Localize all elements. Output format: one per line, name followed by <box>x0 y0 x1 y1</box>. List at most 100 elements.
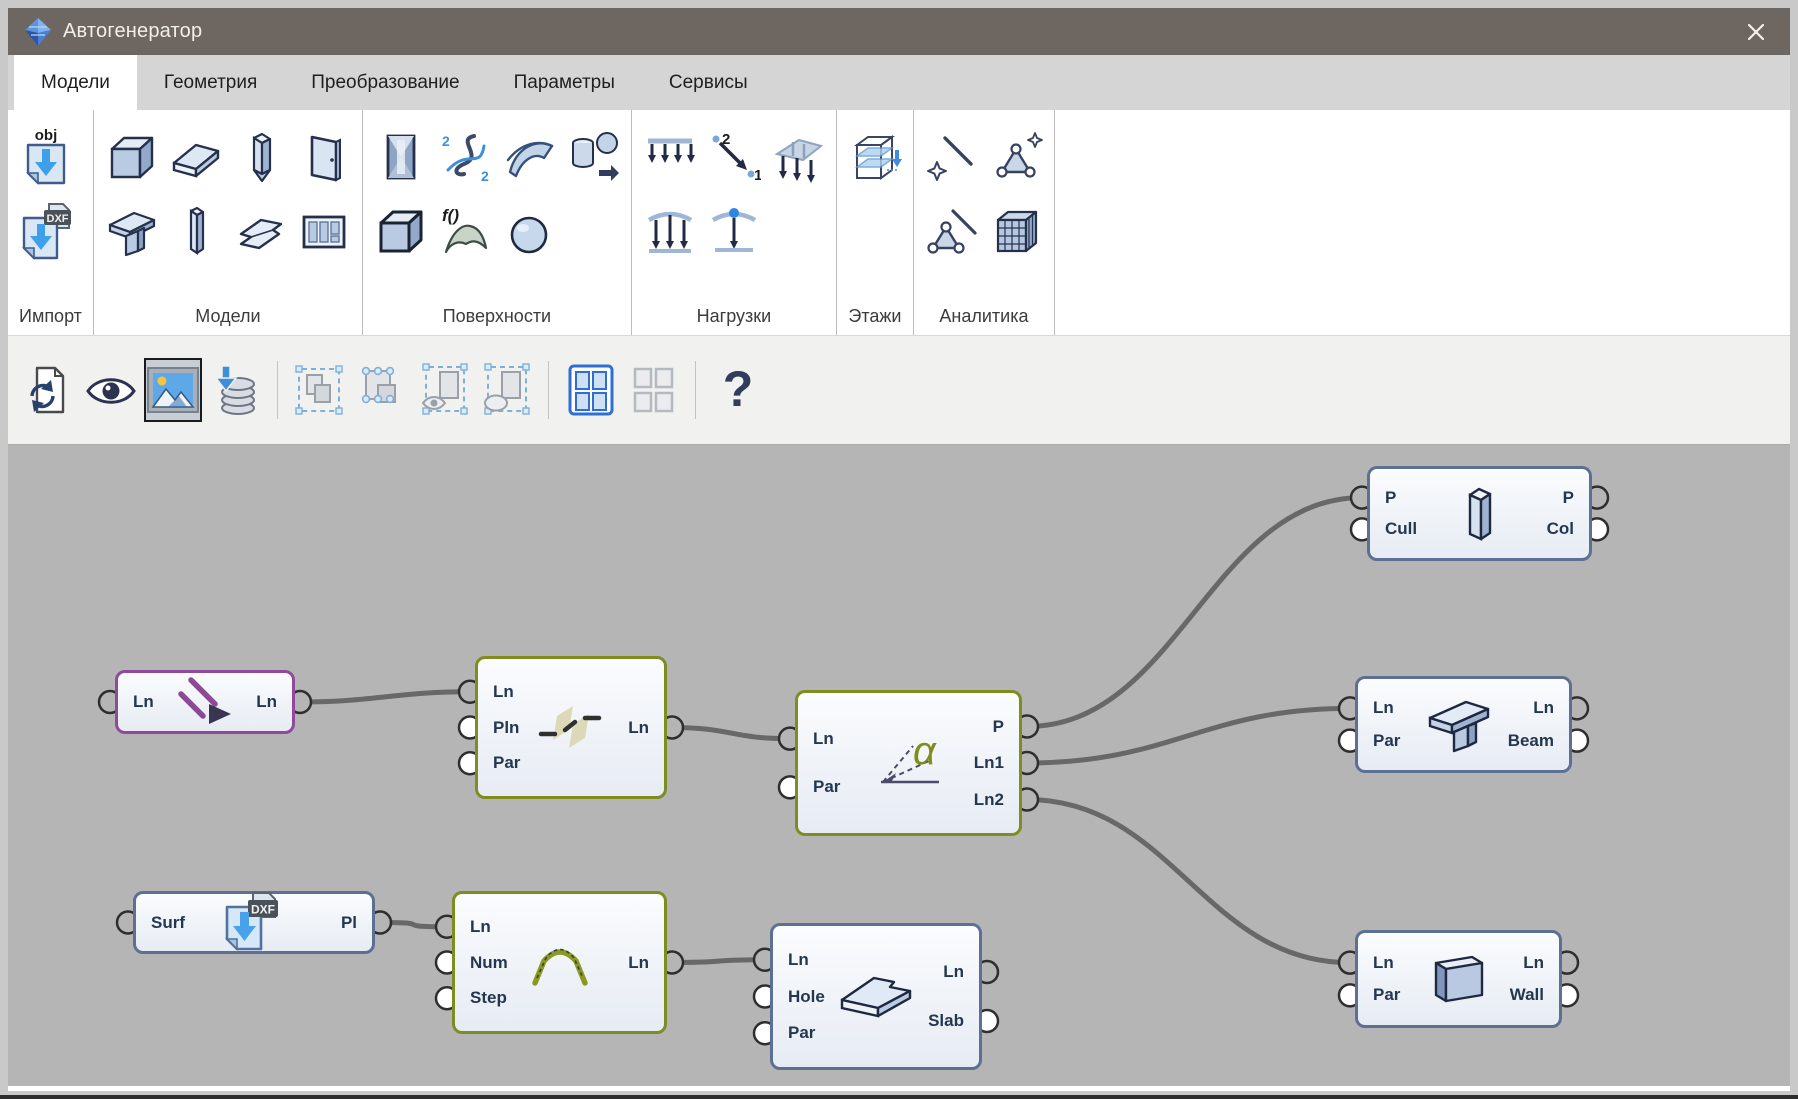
select-handles-button[interactable] <box>353 358 411 422</box>
toolbar-separator <box>548 361 549 419</box>
surf-curves-button[interactable]: 22 <box>436 122 494 192</box>
ribbon-group-Модели: Модели <box>94 110 363 335</box>
surf-curves-icon: 22 <box>438 130 492 184</box>
model-panel-button[interactable] <box>231 122 289 192</box>
model-box-icon <box>105 130 159 184</box>
window-title: Автогенератор <box>63 20 202 43</box>
port-label-Ln: Ln <box>628 952 649 974</box>
node-column[interactable]: PCullPCol <box>1367 466 1592 561</box>
model-slab-icon <box>169 130 223 184</box>
svg-text:DXF: DXF <box>251 902 275 916</box>
model-tbeam-button[interactable] <box>103 196 161 266</box>
image-preview-button[interactable] <box>144 358 202 422</box>
node-wall-icon <box>1358 933 1559 1025</box>
ribbon-group-label: Поверхности <box>372 302 622 333</box>
ribbon-group-Нагрузки: 21Нагрузки <box>632 110 837 335</box>
load-line-button[interactable] <box>641 122 699 192</box>
node-angle[interactable]: αLnParPLn1Ln2 <box>795 690 1022 836</box>
load-point-icon: 21 <box>707 130 761 184</box>
grid-small-button[interactable] <box>624 358 682 422</box>
surf-func-button[interactable]: f() <box>436 196 494 266</box>
surf-sweep-button[interactable] <box>500 122 558 192</box>
port-label-Pl: Pl <box>341 912 357 934</box>
port-label-Ln: Ln <box>788 949 809 971</box>
wire-arc-slab <box>672 960 765 963</box>
load-arc-point-button[interactable] <box>705 196 763 266</box>
port-label-Ln: Ln <box>493 681 514 703</box>
model-box-button[interactable] <box>103 122 161 192</box>
import-obj-button[interactable]: obj <box>17 122 75 192</box>
load-point-button[interactable]: 21 <box>705 122 763 192</box>
node-arc[interactable]: LnNumStepLn <box>452 891 667 1034</box>
eye-button[interactable] <box>82 358 140 422</box>
toolbar-separator <box>277 361 278 419</box>
node-wall[interactable]: LnParLnWall <box>1355 930 1562 1028</box>
floors-icon <box>847 130 903 184</box>
analytic-mesh-button[interactable] <box>987 196 1045 266</box>
tab-Геометрия[interactable]: Геометрия <box>137 55 284 110</box>
surf-sphere-button[interactable] <box>500 196 558 266</box>
import-dxf-button[interactable]: DXF <box>17 196 75 266</box>
port-label-Cull: Cull <box>1385 518 1417 540</box>
tab-Сервисы[interactable]: Сервисы <box>642 55 775 110</box>
load-area-button[interactable] <box>769 122 827 192</box>
port-label-Ln1: Ln1 <box>974 752 1004 774</box>
ribbon-group-label: Импорт <box>17 302 84 333</box>
model-door-button[interactable] <box>295 122 353 192</box>
refresh-doc-icon <box>23 363 75 417</box>
surf-sphere-icon <box>502 204 556 258</box>
port-label-Par: Par <box>493 752 520 774</box>
analytic-tri-line-button[interactable] <box>923 196 981 266</box>
surf-cyl-sphere-button[interactable] <box>564 122 622 192</box>
select-copy-button[interactable] <box>291 358 349 422</box>
database-download-icon <box>207 363 263 417</box>
svg-text:2: 2 <box>442 133 450 149</box>
port-label-Wall: Wall <box>1510 984 1544 1006</box>
node-slab[interactable]: LnHoleParLnSlab <box>770 923 982 1070</box>
node-canvas[interactable]: LnLnLnPlnParLnαLnParPLn1Ln2PCullPColLnPa… <box>8 445 1790 1086</box>
node-trim[interactable]: LnPlnParLn <box>475 656 667 799</box>
select-eye-button[interactable] <box>415 358 473 422</box>
surf-panel-button[interactable] <box>372 122 430 192</box>
analytic-tri-line-icon <box>925 204 979 258</box>
select-handles-icon <box>356 363 408 417</box>
port-label-Beam: Beam <box>1508 730 1554 752</box>
grid-large-button[interactable] <box>562 358 620 422</box>
port-label-Par: Par <box>1373 984 1400 1006</box>
model-column-button[interactable] <box>167 196 225 266</box>
port-label-P: P <box>1563 487 1574 509</box>
ribbon-group-Импорт: objDXF Импорт <box>8 110 94 335</box>
tab-Преобразование[interactable]: Преобразование <box>284 55 486 110</box>
port-label-Ln: Ln <box>133 691 154 713</box>
model-slab-button[interactable] <box>167 122 225 192</box>
node-dxf-import[interactable]: DXF Surf Pl <box>133 891 375 954</box>
analytic-line-button[interactable] <box>923 122 981 192</box>
ribbon-group-label: Этажи <box>846 302 904 333</box>
surf-box-button[interactable] <box>372 196 430 266</box>
model-window-button[interactable] <box>295 196 353 266</box>
ribbon-group-Этажи: Этажи <box>837 110 914 335</box>
app-logo-icon <box>24 17 52 47</box>
model-ramp-button[interactable] <box>231 196 289 266</box>
close-button[interactable] <box>1738 14 1774 50</box>
tab-Модели[interactable]: Модели <box>14 55 137 110</box>
port-label-Ln: Ln <box>1373 952 1394 974</box>
port-label-P: P <box>993 716 1004 738</box>
help-button[interactable]: ? <box>709 358 767 422</box>
grid-large-icon <box>565 363 617 417</box>
analytic-tri-button[interactable] <box>987 122 1045 192</box>
database-download-button[interactable] <box>206 358 264 422</box>
node-beam[interactable]: LnParLnBeam <box>1355 676 1572 773</box>
select-ellipse-button[interactable] <box>477 358 535 422</box>
port-label-Surf: Surf <box>151 912 185 934</box>
load-arc-point-icon <box>707 204 761 258</box>
model-tbeam-icon <box>105 204 159 258</box>
model-ramp-icon <box>233 204 287 258</box>
refresh-doc-button[interactable] <box>20 358 78 422</box>
floors-button[interactable] <box>846 122 904 192</box>
load-arc-button[interactable] <box>641 196 699 266</box>
node-line-direction[interactable]: LnLn <box>115 670 295 734</box>
help-icon: ? <box>718 363 758 417</box>
wire-line-direction-trim <box>300 692 470 702</box>
tab-Параметры[interactable]: Параметры <box>487 55 642 110</box>
